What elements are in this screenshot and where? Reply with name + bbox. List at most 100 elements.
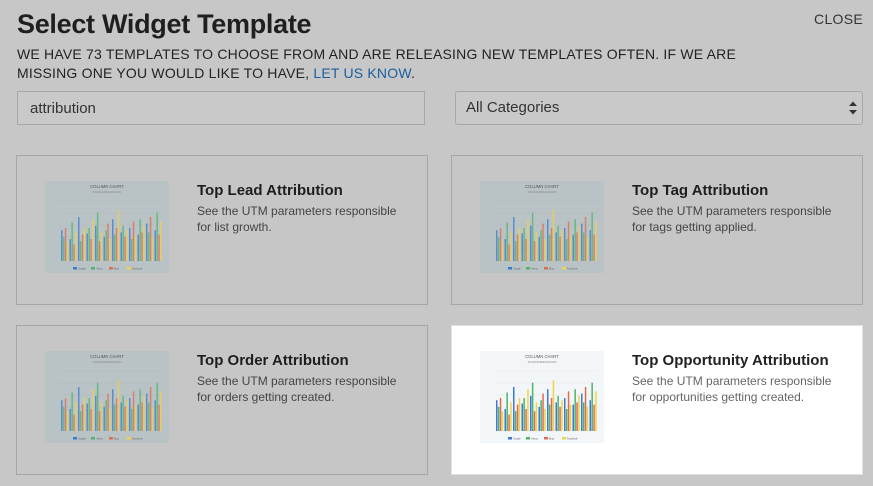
- thumbnail-bar: [105, 230, 107, 261]
- thumbnail-bar: [582, 232, 585, 261]
- thumbnail-bar: [132, 221, 135, 261]
- thumbnail-bar: [530, 225, 532, 261]
- thumbnail-legend-label: Facebook: [567, 437, 578, 440]
- thumbnail-bar: [156, 212, 158, 261]
- thumbnail-bar: [124, 406, 126, 431]
- thumbnail-bar: [516, 404, 519, 431]
- thumbnail-bar: [146, 223, 148, 261]
- thumbnail-bar: [513, 217, 515, 261]
- thumbnail-bar: [533, 241, 536, 261]
- thumbnail-bar: [557, 395, 559, 431]
- category-select[interactable]: All Categories: [455, 91, 863, 125]
- thumbnail-bar: [120, 402, 122, 431]
- thumbnail-bar: [98, 411, 101, 431]
- thumbnail-bar: [86, 403, 88, 431]
- thumbnail-legend-swatch: [562, 437, 566, 440]
- thumbnail-legend-swatch: [544, 267, 548, 270]
- thumbnail-bar: [143, 225, 145, 261]
- thumbnail-bar: [115, 398, 118, 431]
- thumbnail-bar: [141, 232, 143, 261]
- thumbnail-bar: [567, 221, 570, 261]
- thumbnail-bar: [73, 244, 75, 261]
- thumbnail-bar: [62, 236, 65, 261]
- thumbnail-bar: [506, 222, 508, 261]
- thumbnail-bar: [126, 400, 128, 431]
- thumbnail-bar: [531, 382, 534, 431]
- thumbnail-bar: [593, 234, 595, 261]
- thumbnail-bar: [137, 234, 139, 261]
- thumbnail-bar: [535, 232, 538, 261]
- thumbnail-legend-label: Facebook: [132, 437, 143, 440]
- thumbnail-title: COLUMN CHART: [90, 354, 124, 359]
- template-card-top-lead-attribution[interactable]: COLUMN CHART SOURCE BREAKDOWN Google Yahoo B…: [16, 155, 428, 305]
- thumbnail-bar: [572, 404, 574, 431]
- thumbnail-bar: [510, 232, 512, 261]
- thumbnail-bar: [523, 398, 525, 431]
- subtitle-end: .: [410, 65, 416, 81]
- thumbnail-bar: [112, 219, 114, 261]
- thumbnail-bar: [535, 402, 538, 431]
- thumbnail-bar: [518, 228, 521, 261]
- template-name: Top Order Attribution: [197, 352, 349, 369]
- thumbnail-bar: [518, 398, 521, 431]
- thumbnail-bar: [504, 409, 506, 431]
- thumbnail-bar: [574, 219, 576, 261]
- thumbnail-bar: [73, 414, 75, 431]
- thumbnail-legend-label: Bing: [114, 267, 119, 270]
- template-card-top-opportunity-attribution[interactable]: COLUMN CHART SOURCE BREAKDOWN Google Yahoo B…: [451, 325, 863, 475]
- thumbnail-bar: [134, 234, 137, 261]
- thumbnail-legend-swatch: [91, 267, 95, 270]
- thumbnail-bar: [574, 389, 576, 431]
- thumbnail-legend-label: Bing: [549, 267, 554, 270]
- thumbnail-bar: [593, 404, 595, 431]
- template-name: Top Opportunity Attribution: [632, 352, 829, 369]
- thumbnail-bar: [544, 239, 546, 261]
- thumbnail-bar: [525, 239, 527, 261]
- thumbnail-bar: [591, 382, 593, 431]
- thumbnail-subtitle: SOURCE BREAKDOWN: [528, 190, 557, 194]
- thumbnail-bar: [158, 234, 160, 261]
- thumbnail-bar: [147, 232, 150, 261]
- thumbnail-bar: [126, 230, 128, 261]
- thumbnail-bar: [555, 232, 557, 261]
- thumbnail-bar: [581, 223, 583, 261]
- thumbnail-legend-swatch: [73, 437, 77, 440]
- thumbnail-legend-swatch: [91, 437, 95, 440]
- thumbnail-bar: [117, 380, 120, 431]
- thumbnail-bar: [113, 404, 116, 431]
- thumbnail-bar: [586, 406, 589, 431]
- thumbnail-bar: [508, 414, 510, 431]
- thumbnail-bar: [98, 241, 101, 261]
- select-arrows-icon: [849, 101, 857, 115]
- thumbnail-bar: [514, 411, 517, 431]
- thumbnail-bar: [569, 234, 572, 261]
- thumbnail-bar: [586, 236, 589, 261]
- thumbnail-bar: [550, 228, 553, 261]
- thumbnail-bar: [540, 230, 542, 261]
- thumbnail-legend-swatch: [127, 437, 131, 440]
- thumbnail-bar: [147, 402, 150, 431]
- search-input[interactable]: [17, 91, 425, 125]
- thumbnail-bar: [581, 393, 583, 431]
- thumbnail-bar: [81, 234, 84, 261]
- thumbnail-bar: [595, 391, 597, 431]
- thumbnail-legend-swatch: [544, 437, 548, 440]
- thumbnail-bar: [561, 230, 563, 261]
- thumbnail-bar: [513, 387, 515, 431]
- thumbnail-bar: [595, 221, 597, 261]
- thumbnail-legend-swatch: [526, 437, 530, 440]
- let-us-know-link[interactable]: LET US KNOW: [313, 65, 411, 81]
- thumbnail-bar: [504, 239, 506, 261]
- thumbnail-bar: [66, 411, 69, 431]
- thumbnail-bar: [109, 409, 111, 431]
- template-card-top-tag-attribution[interactable]: COLUMN CHART SOURCE BREAKDOWN Google Yahoo B…: [451, 155, 863, 305]
- thumbnail-legend-swatch: [127, 267, 131, 270]
- template-card-top-order-attribution[interactable]: COLUMN CHART SOURCE BREAKDOWN Google Yahoo B…: [16, 325, 428, 475]
- close-button[interactable]: CLOSE: [814, 11, 863, 27]
- thumbnail-bar: [548, 404, 551, 431]
- thumbnail-legend-label: Google: [513, 437, 521, 440]
- thumbnail-bar: [61, 400, 63, 431]
- thumbnail-bar: [572, 234, 574, 261]
- thumbnail-bar: [514, 241, 517, 261]
- thumbnail-bar: [521, 403, 523, 431]
